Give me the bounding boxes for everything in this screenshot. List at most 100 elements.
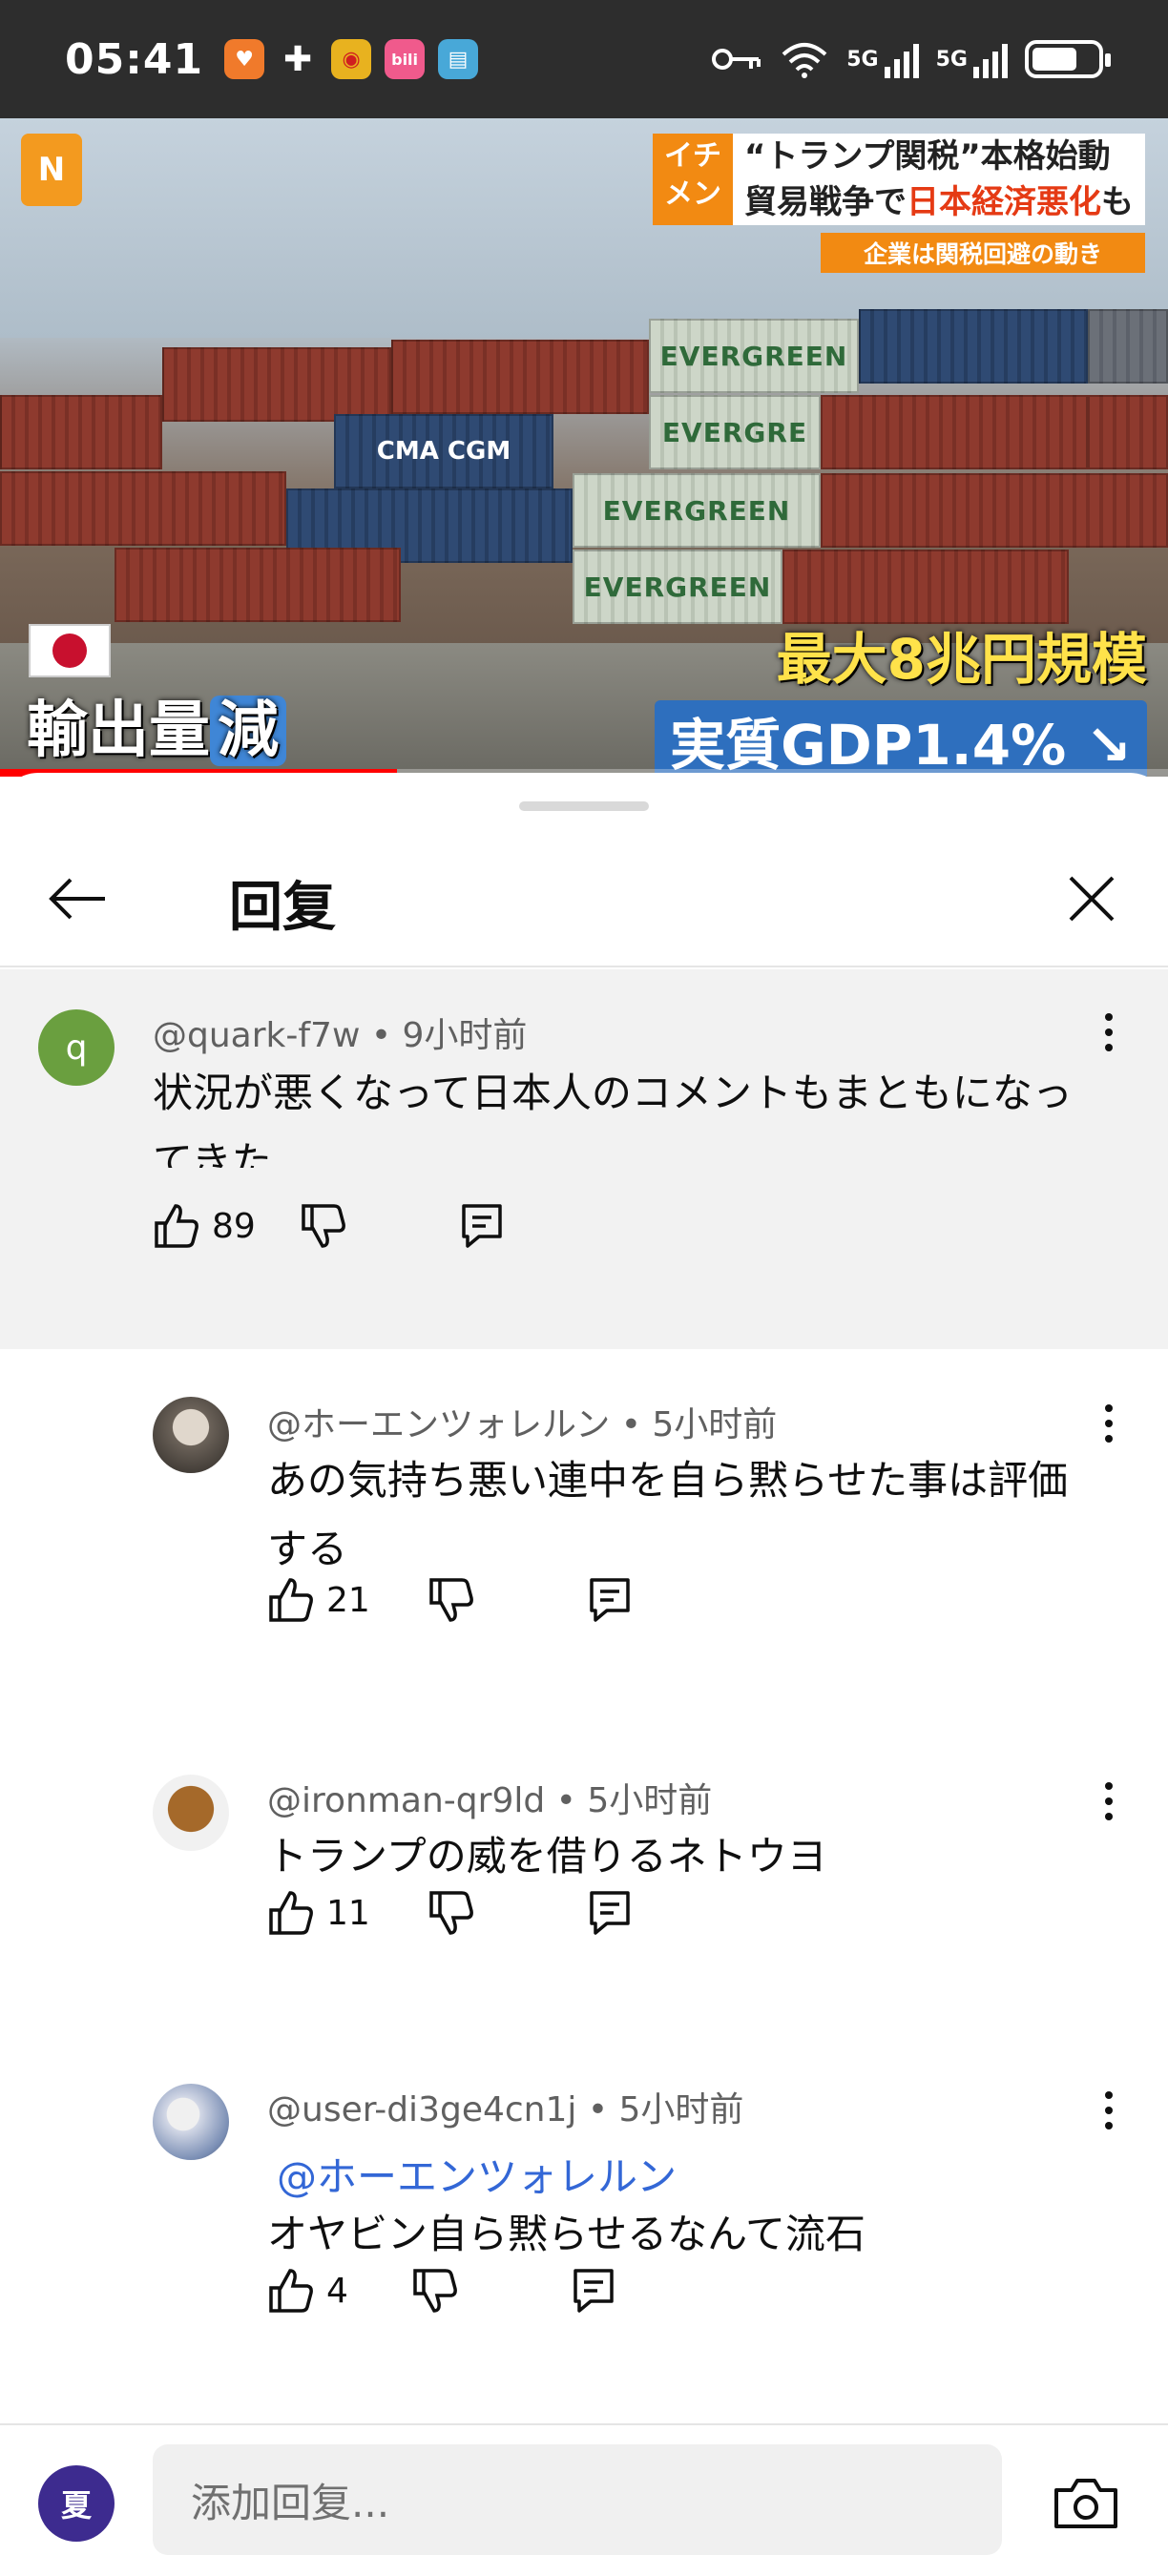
reply-comment: @ホーエンツォレルン • 5小时前 あの気持ち悪い連中を自ら黙らせた事は評価する… [0,1349,1168,1731]
bilibili-icon: bili [385,39,426,79]
caption-gdp: 実質GDP1.4% [670,713,1067,777]
caption-gdp-block: 最大8兆円規模 実質GDP1.4% ↘ [655,614,1147,777]
battery-icon [1025,40,1111,78]
reply-comment-icon [462,1204,502,1248]
book-icon: ▤ [438,39,479,79]
arrow-left-icon [49,878,105,920]
camera-icon [1054,2479,1117,2528]
caption-export-a: 輸出量 [27,696,210,766]
puzzle-icon: ✚ [282,39,313,79]
replies-sheet: 回复 q @quark-f7w • 9小时前 状況が悪くなって日本人のコメントも… [0,773,1168,2576]
thumbs-up-icon [269,1578,313,1622]
back-button[interactable] [42,864,111,933]
parent-comment: q @quark-f7w • 9小时前 状況が悪くなって日本人のコメントもまとも… [0,969,1168,1185]
comment-time: 5小时前 [652,1405,778,1444]
signal-icon-1 [884,40,919,78]
wifi-icon [782,43,827,78]
container-label-evergreen-2: EVERGRE [649,395,821,469]
comment-author[interactable]: @ホーエンツォレルン [267,1405,610,1444]
headline-line1-suffix: 本格始動 [980,137,1111,176]
camera-button[interactable] [1050,2467,1122,2540]
more-options-button[interactable] [1090,2082,1128,2139]
like-button[interactable]: 21 [267,1576,370,1624]
thumbs-down-icon [413,2269,457,2313]
thumbs-up-icon [269,1891,313,1935]
comment-actions: 89 [153,1202,504,1250]
drag-handle[interactable] [519,801,649,811]
caption-export-b: 減 [210,696,286,766]
sheet-header: 回复 [0,830,1168,967]
more-options-button[interactable] [1090,1395,1128,1452]
reply-comment: @user-di3ge4cn1j • 5小时前 @ホーエンツォレルン オヤビン自… [0,2040,1168,2421]
like-count: 21 [326,1580,370,1620]
avatar[interactable]: q [38,1009,115,1086]
comment-actions: 4 [267,2267,615,2315]
close-button[interactable] [1057,864,1126,933]
arrow-down-right-icon: ↘ [1085,713,1132,777]
reply-comment-icon [590,1891,630,1935]
thumbs-up-icon [269,2269,313,2313]
headline-tag: イチ メン [653,134,733,225]
headline-subtitle: 企業は関税回避の動き [821,233,1145,273]
reply-button[interactable] [588,1889,632,1937]
comment-author[interactable]: @quark-f7w [153,1016,360,1055]
reply-button[interactable] [460,1202,504,1250]
reply-button[interactable] [588,1576,632,1624]
key-icon [712,49,761,70]
network-type-1: 5G [846,47,879,72]
status-bar: 05:41 ♥ ✚ ◉ bili ▤ 5G 5G [0,0,1168,118]
system-icons: 5G 5G [711,39,1111,79]
comment-actions: 21 [267,1576,632,1624]
comment-author[interactable]: @user-di3ge4cn1j [267,2090,576,2129]
comment-time: 5小时前 [618,2090,744,2129]
comment-time: 5小时前 [587,1781,713,1820]
heart-app-icon: ♥ [224,39,265,79]
container-label-cma: CMA CGM [334,414,553,488]
more-options-button[interactable] [1090,1773,1128,1830]
comment-time: 9小时前 [402,1016,528,1055]
headline-line1-prefix: “トランプ関税” [744,137,981,176]
notification-icons: ♥ ✚ ◉ bili ▤ [224,39,479,79]
status-time: 05:41 [65,34,204,84]
close-icon [1069,876,1115,922]
avatar[interactable] [153,1775,229,1851]
like-button[interactable]: 4 [267,2267,348,2315]
caption-scale: 最大8兆円規模 [776,627,1147,692]
signal-icon-2 [973,40,1008,78]
reply-button[interactable] [572,2267,615,2315]
avatar[interactable] [153,2084,229,2160]
dislike-button[interactable] [411,2267,459,2315]
weibo-icon: ◉ [331,39,372,79]
more-options-button[interactable] [1090,1004,1128,1061]
reply-composer: 夏 添加回复... [0,2423,1168,2576]
avatar-letter: q [65,1028,88,1068]
dislike-button[interactable] [428,1889,475,1937]
headline-line2-b: 日本経済悪化 [907,183,1101,221]
reply-comment-icon [574,2269,614,2313]
reply-input[interactable]: 添加回复... [153,2444,1002,2555]
thumbs-down-icon [429,1891,473,1935]
container-label-evergreen-1: EVERGREEN [649,319,859,393]
japan-flag-icon [29,624,111,677]
reply-comment-icon [590,1578,630,1622]
caption-export: 輸出量減 [27,681,286,769]
container-label-evergreen-3: EVERGREEN [573,473,821,548]
video-player[interactable]: CMA CGM EVERGREEN EVERGRE EVERGREEN EVER… [0,118,1168,777]
network-type-2: 5G [935,47,968,72]
sheet-title: 回复 [229,877,336,939]
like-button[interactable]: 11 [267,1889,370,1937]
comment-text: オヤビン自ら黙らせるなんて流石 [267,2211,866,2257]
dislike-button[interactable] [300,1202,347,1250]
mention-link[interactable]: @ホーエンツォレルン [277,2145,677,2203]
comment-author[interactable]: @ironman-qr9ld [267,1781,545,1820]
container-label-evergreen-4: EVERGREEN [573,550,782,624]
avatar[interactable] [153,1397,229,1473]
thumbs-down-icon [429,1578,473,1622]
news-headline: イチ メン “トランプ関税”本格始動 貿易戦争で日本経済悪化も 企業は関税回避の… [653,134,1145,273]
like-button[interactable]: 89 [153,1202,256,1250]
user-avatar[interactable]: 夏 [38,2465,115,2542]
dislike-button[interactable] [428,1576,475,1624]
thumbs-down-icon [302,1204,345,1248]
like-count: 4 [326,2271,348,2311]
comment-actions: 11 [267,1889,632,1937]
